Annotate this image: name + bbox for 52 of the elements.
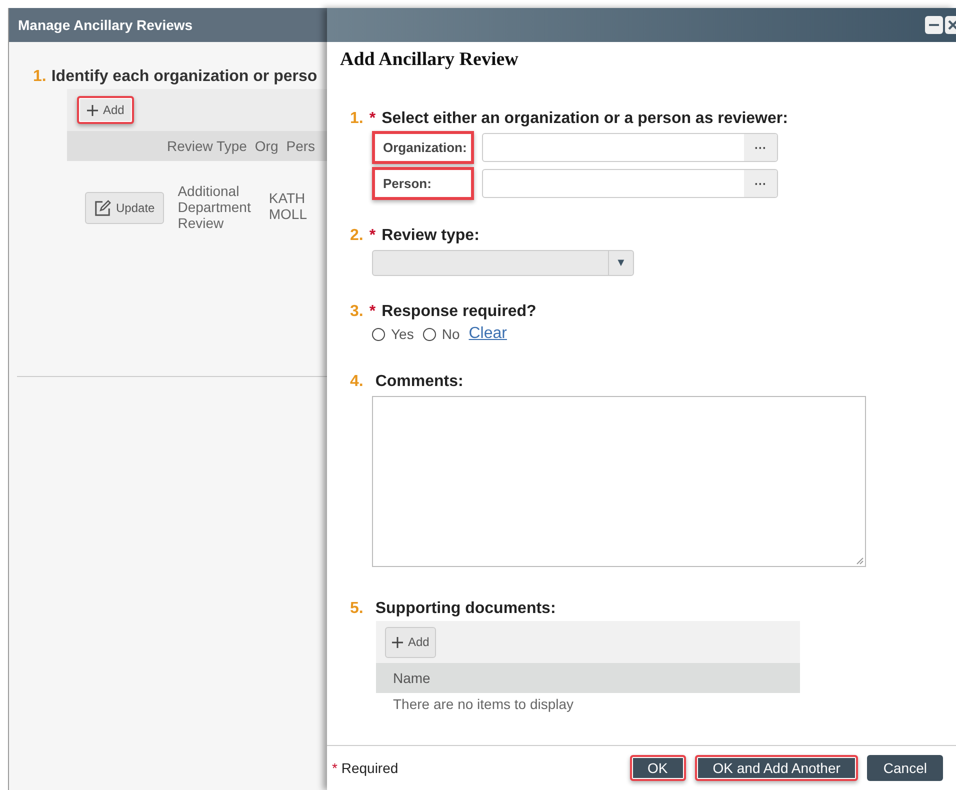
radio-button[interactable] (422, 328, 436, 340)
field-label: Person: (372, 167, 474, 200)
resize-grip-icon (856, 557, 864, 565)
required-mark: * (332, 760, 338, 776)
question-label: Select either an organization or a person as reviewer: (382, 110, 788, 128)
minimize-button[interactable] (925, 16, 943, 34)
required-mark: * (369, 110, 376, 128)
question-number: 5. (350, 600, 364, 618)
dropdown[interactable]: ▼ (372, 250, 634, 276)
empty-message: There are no items to display (393, 696, 575, 712)
question-number: 2. (350, 227, 364, 245)
required-note: Required (341, 760, 398, 776)
dialog-title: Add Ancillary Review (340, 49, 520, 71)
question-label: Review type: (382, 227, 480, 245)
question-label: Supporting documents: (375, 600, 556, 618)
column-header: Name (376, 663, 800, 693)
comments-field[interactable] (372, 396, 866, 567)
question-number: 4. (350, 373, 364, 391)
radio-option[interactable]: Yes (372, 326, 414, 342)
question-label: Response required? (382, 303, 536, 321)
close-button[interactable] (945, 16, 956, 34)
question-number: 1. (350, 110, 364, 128)
clear-link[interactable]: Clear (468, 325, 507, 343)
add-button[interactable]: Add (77, 96, 134, 124)
radio-button[interactable] (372, 328, 385, 340)
field-label: Organization: (372, 131, 474, 164)
add-button[interactable]: Add (385, 626, 436, 658)
step-heading: Identify each organization or perso (51, 68, 318, 86)
minimize-icon (929, 24, 939, 26)
radio-option[interactable]: No (422, 326, 460, 342)
required-mark: * (369, 227, 376, 245)
required-mark: * (369, 303, 376, 321)
table-cell: KATH MOLL (268, 190, 307, 222)
dialog-button[interactable]: OK and Add Another (694, 755, 858, 781)
lookup-button[interactable]: ··· (744, 134, 777, 161)
column-header: Org (254, 138, 278, 154)
lookup-button[interactable]: ··· (744, 170, 777, 197)
plus-icon (392, 636, 403, 648)
step-number: 1. (33, 68, 46, 86)
edit-icon (94, 200, 111, 216)
update-button[interactable]: Update (85, 192, 164, 224)
plus-icon (87, 104, 98, 116)
window-title: Manage Ancillary Reviews (18, 17, 193, 33)
dialog-button[interactable]: Cancel (867, 755, 943, 781)
table-cell: Additional Department Review (178, 183, 251, 231)
column-header: Pers (286, 138, 316, 154)
dialog-button[interactable]: OK (630, 755, 686, 781)
question-label: Comments: (375, 373, 464, 391)
input-field[interactable]: ··· (482, 169, 778, 198)
column-header: Review Type (167, 138, 247, 154)
input-field[interactable]: ··· (482, 133, 778, 162)
question-number: 3. (350, 303, 364, 321)
